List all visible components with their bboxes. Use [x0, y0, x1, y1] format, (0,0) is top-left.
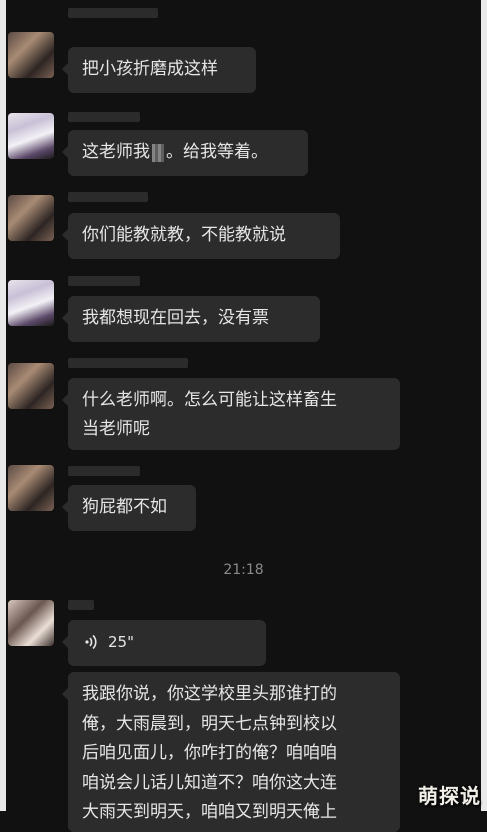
message-line: 后咱见面儿，你咋打的俺？咱咱咱 — [82, 743, 337, 763]
message-text: 我都想现在回去，没有票 — [82, 308, 269, 328]
nickname-redacted — [68, 112, 140, 122]
timestamp: 21:18 — [223, 562, 264, 578]
message-bubble[interactable]: 这老师我 。给我等着。 — [62, 130, 308, 176]
left-border — [0, 0, 6, 811]
avatar[interactable] — [8, 113, 54, 159]
message-text: 这老师我 — [82, 142, 150, 162]
avatar[interactable] — [8, 280, 54, 326]
message-text: 狗屁都不如 — [82, 497, 167, 517]
nickname-redacted — [68, 466, 140, 476]
voice-duration: 25" — [108, 633, 134, 651]
message-bubble[interactable]: 我跟你说，你这学校里头那谁打的 俺，大雨晨到，明天七点钟到校以 后咱见面儿，你咋… — [62, 672, 400, 832]
nickname-redacted — [68, 192, 148, 202]
avatar[interactable] — [8, 363, 54, 409]
message-text: 。给我等着。 — [166, 142, 268, 162]
voice-message-bubble[interactable]: 25" — [62, 620, 266, 666]
nickname-redacted — [68, 358, 188, 368]
avatar[interactable] — [8, 465, 54, 511]
message-text: 把小孩折磨成这样 — [82, 59, 218, 79]
message-bubble[interactable]: 狗屁都不如 — [62, 485, 196, 531]
message-text: 你们能教就教，不能教就说 — [82, 225, 286, 245]
voice-wave-icon — [84, 633, 102, 651]
message-line: 咱说会儿话儿知道不？咱你这大连 — [82, 772, 337, 793]
avatar[interactable] — [8, 600, 54, 646]
message-line: 当老师呢 — [82, 419, 150, 439]
message-line: 俺，大雨晨到，明天七点钟到校以 — [82, 713, 337, 734]
mosaic-block — [152, 144, 164, 162]
right-border — [481, 0, 487, 811]
chat-window: 把小孩折磨成这样 这老师我 。给我等着。 你们能教就教，不能教就说 我都想现在回去… — [0, 0, 487, 832]
avatar[interactable] — [8, 32, 54, 78]
message-line: 大雨天到明天，咱咱又到明天俺上 — [82, 802, 337, 822]
message-bubble[interactable]: 什么老师啊。怎么可能让这样畜生 当老师呢 — [62, 378, 400, 450]
nickname-redacted — [68, 276, 140, 286]
mosaic-redaction — [150, 138, 166, 167]
message-line: 我跟你说，你这学校里头那谁打的 — [82, 684, 337, 704]
avatar[interactable] — [8, 195, 54, 241]
message-bubble[interactable]: 把小孩折磨成这样 — [62, 47, 256, 93]
nickname-redacted — [68, 8, 158, 18]
message-line: 什么老师啊。怎么可能让这样畜生 — [82, 390, 337, 410]
message-bubble[interactable]: 你们能教就教，不能教就说 — [62, 213, 340, 259]
message-bubble[interactable]: 我都想现在回去，没有票 — [62, 296, 320, 342]
nickname-redacted — [68, 600, 94, 610]
watermark: 萌探说 — [418, 784, 481, 808]
